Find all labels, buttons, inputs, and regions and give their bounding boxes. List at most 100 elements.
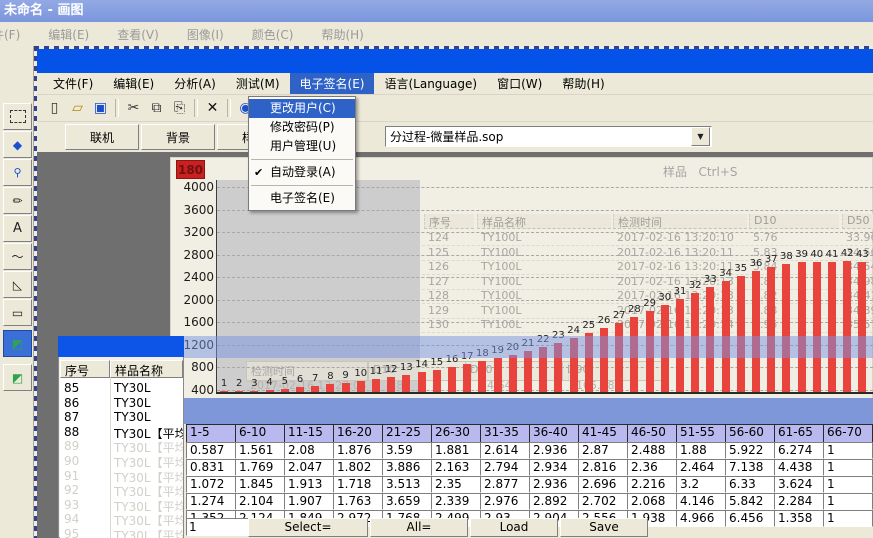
- brush-icon[interactable]: ✏: [3, 187, 32, 214]
- dropdown-item-更改用户[interactable]: 更改用户(C): [249, 99, 355, 118]
- footer-button-Load[interactable]: Load: [470, 518, 558, 537]
- y-axis-line: [216, 180, 217, 394]
- dropdown-item-自动登录[interactable]: 自动登录(A)✔: [249, 163, 355, 182]
- bar: [813, 262, 821, 393]
- sample-no: 90: [64, 454, 106, 468]
- command-button-联机[interactable]: 联机: [65, 124, 139, 150]
- background-window-caption: 样品 Ctrl+S: [663, 163, 738, 180]
- distribution-header-cell: 41-45: [578, 424, 631, 443]
- bar: [782, 264, 790, 393]
- distribution-cell: 2.35: [431, 476, 484, 493]
- distribution-cell: 1: [823, 442, 873, 459]
- sample-name: TY30L【平均】: [114, 512, 183, 526]
- sample-name: TY30L: [114, 396, 183, 410]
- app-menu-item-编辑[interactable]: 编辑(E): [103, 73, 164, 94]
- screen: 未命名 - 画图 文件(F)编辑(E)查看(V)图像(I)颜色(C)帮助(H) …: [0, 0, 873, 538]
- bg-table-cell: 125: [424, 246, 474, 261]
- app-menu-item-帮助[interactable]: 帮助(H): [552, 73, 614, 94]
- distribution-header-cell: 1-5: [186, 424, 239, 443]
- sample-list-row[interactable]: 87TY30L: [60, 410, 183, 424]
- sample-name: TY30L【平均】: [114, 527, 183, 538]
- sample-list-row[interactable]: 91TY30L【平均】: [60, 469, 183, 483]
- chevron-down-icon[interactable]: ▼: [691, 127, 710, 146]
- sop-combobox[interactable]: 分过程-微量样品.sop ▼: [385, 126, 712, 147]
- app-menu-item-文件[interactable]: 文件(F): [43, 73, 103, 94]
- distribution-header-cell: 36-40: [529, 424, 582, 443]
- paint-menu-item[interactable]: 文件(F): [0, 26, 34, 43]
- polygon-tool-icon[interactable]: ◺: [3, 271, 32, 298]
- sample-list-row[interactable]: 94TY30L【平均】: [60, 512, 183, 526]
- dropdown-item-修改密码[interactable]: 修改密码(P): [249, 118, 355, 137]
- curve-tool-icon[interactable]: 〜: [3, 243, 32, 270]
- distribution-cell: 3.886: [382, 459, 435, 476]
- distribution-cell: 1: [823, 459, 873, 476]
- sample-list-row[interactable]: 89 TY30L【平均】: [60, 439, 183, 453]
- dropdown-item-电子签名[interactable]: 电子签名(E): [249, 189, 355, 208]
- rounded-rect-tool-icon[interactable]: ▭: [3, 299, 32, 326]
- bg-table-cell: 130: [424, 318, 474, 333]
- app-menu-item-语言[interactable]: 语言(Language): [374, 73, 487, 94]
- app-title-bar: [37, 49, 873, 73]
- paint-menu-item[interactable]: 帮助(H): [307, 26, 377, 43]
- copy-icon[interactable]: ⧉: [145, 98, 168, 118]
- dropdown-item-用户管理[interactable]: 用户管理(U): [249, 137, 355, 156]
- paint-menu-item[interactable]: 编辑(E): [34, 26, 103, 43]
- paint-menu-item[interactable]: 查看(V): [103, 26, 173, 43]
- footer-button-Select[interactable]: Select=: [248, 518, 368, 537]
- count-input[interactable]: [186, 518, 250, 536]
- bg-table-cell: 33.96: [842, 231, 873, 246]
- app-menu-item-窗口[interactable]: 窗口(W): [487, 73, 552, 94]
- sample-list-row[interactable]: 95TY30L【平均】: [60, 527, 183, 538]
- save-icon[interactable]: ▣: [89, 98, 112, 118]
- bg-table-cell: TY100L: [477, 260, 611, 275]
- footer-button-Save[interactable]: Save: [560, 518, 648, 537]
- distribution-cell: 2.976: [480, 493, 533, 510]
- distribution-cell: 6.456: [725, 510, 778, 527]
- sample-list-header-cell: 样品名称: [110, 360, 183, 378]
- distribution-cell: 4.966: [676, 510, 729, 527]
- y-tick-label: 2000: [172, 293, 214, 307]
- sample-list-row[interactable]: 93TY30L【平均】: [60, 498, 183, 512]
- distribution-cell: 1.845: [235, 476, 288, 493]
- distribution-cell: 1.358: [774, 510, 827, 527]
- distribution-cell: 0.587: [186, 442, 239, 459]
- sample-list-row[interactable]: 88TY30L【平均】: [60, 425, 183, 439]
- distribution-header-band: [184, 398, 873, 424]
- delete-icon[interactable]: ✕: [201, 98, 224, 118]
- cut-icon[interactable]: ✂: [122, 98, 145, 118]
- new-file-icon[interactable]: ▯: [43, 98, 66, 118]
- bar: [433, 370, 441, 393]
- distribution-header-cell: 46-50: [627, 424, 680, 443]
- magnifier-icon[interactable]: ⚲: [3, 159, 32, 186]
- distribution-cell: 2.794: [480, 459, 533, 476]
- paint-menu-item[interactable]: 颜色(C): [238, 26, 308, 43]
- sample-list-row[interactable]: 92TY30L【平均】: [60, 483, 183, 497]
- fill-bucket-icon[interactable]: ◆: [3, 131, 32, 158]
- app-menu-item-测试[interactable]: 测试(M): [226, 73, 290, 94]
- sample-no: 89: [64, 439, 106, 453]
- app-menu-item-电子签名[interactable]: 电子签名(E): [290, 73, 375, 94]
- distribution-cell: 3.659: [382, 493, 435, 510]
- sample-list-row[interactable]: 90TY30L【平均】: [60, 454, 183, 468]
- distribution-cell: 1.274: [186, 493, 239, 510]
- text-tool-icon[interactable]: A: [3, 215, 32, 242]
- cube-icon[interactable]: ◩: [3, 364, 32, 391]
- paint-menu-item[interactable]: 图像(I): [173, 26, 238, 43]
- distribution-cell: 3.624: [774, 476, 827, 493]
- footer-button-All[interactable]: All=: [370, 518, 468, 537]
- app-menu-item-分析[interactable]: 分析(A): [164, 73, 226, 94]
- cube-selected-icon[interactable]: ◩: [3, 330, 32, 357]
- sample-name: TY30L【平均】: [114, 439, 183, 453]
- distribution-cell: 3.513: [382, 476, 435, 493]
- distribution-cell: 5.842: [725, 493, 778, 510]
- y-tick-label: 3200: [172, 225, 214, 239]
- sample-list-row[interactable]: 86TY30L: [60, 396, 183, 410]
- distribution-cell: 2.36: [627, 459, 680, 476]
- open-file-icon[interactable]: ▱: [66, 98, 89, 118]
- distribution-header-cell: 66-70: [823, 424, 873, 443]
- sample-list-row[interactable]: 85TY30L: [60, 381, 183, 395]
- paste-icon[interactable]: ⎘: [168, 98, 191, 118]
- command-button-背景[interactable]: 背景: [141, 124, 215, 150]
- distribution-header-cell: 61-65: [774, 424, 827, 443]
- select-tool-icon[interactable]: [3, 103, 32, 130]
